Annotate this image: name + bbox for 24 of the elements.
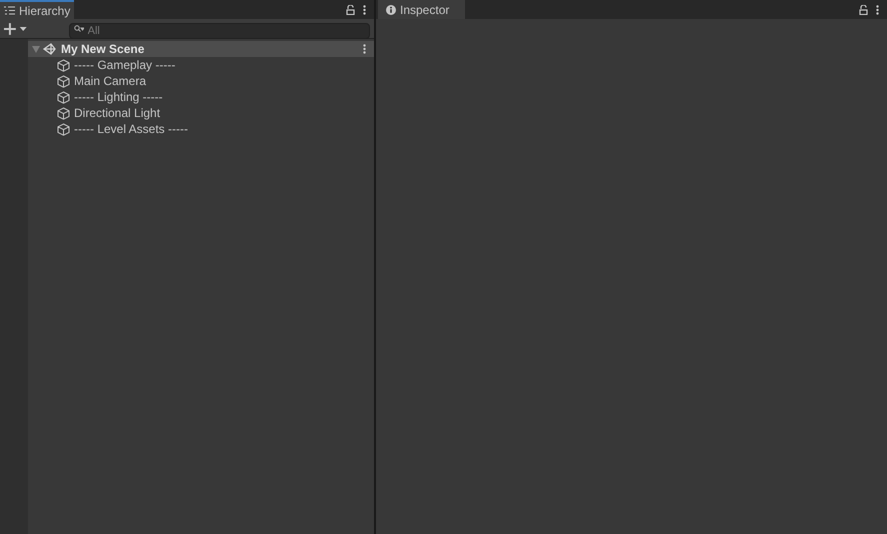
hierarchy-tab[interactable]: Hierarchy: [0, 0, 74, 19]
hierarchy-item[interactable]: ----- Lighting -----: [74, 88, 163, 106]
search-field[interactable]: All: [68, 22, 370, 38]
more-options-icon[interactable]: [876, 4, 879, 14]
cube-icon: [57, 74, 70, 88]
lock-icon[interactable]: [859, 4, 868, 14]
scene-row[interactable]: My New Scene: [28, 41, 374, 57]
cube-icon: [57, 122, 70, 136]
hierarchy-item[interactable]: ----- Gameplay -----: [74, 56, 176, 74]
more-options-icon[interactable]: [363, 44, 366, 54]
list-icon: [4, 6, 15, 15]
scene-name: My New Scene: [61, 41, 146, 58]
info-icon: [386, 4, 396, 14]
cube-icon: [57, 58, 70, 72]
lock-icon[interactable]: [346, 4, 355, 14]
hierarchy-item[interactable]: ----- Level Assets -----: [74, 120, 188, 138]
hierarchy-item[interactable]: Main Camera: [74, 72, 146, 90]
cube-icon: [57, 106, 70, 120]
search-icon: [74, 24, 84, 32]
add-dropdown-icon[interactable]: [4, 22, 28, 34]
more-options-icon[interactable]: [363, 4, 366, 14]
hierarchy-item[interactable]: Directional Light: [74, 104, 160, 122]
inspector-tab[interactable]: Inspector: [378, 0, 466, 19]
cube-icon: [57, 90, 70, 104]
